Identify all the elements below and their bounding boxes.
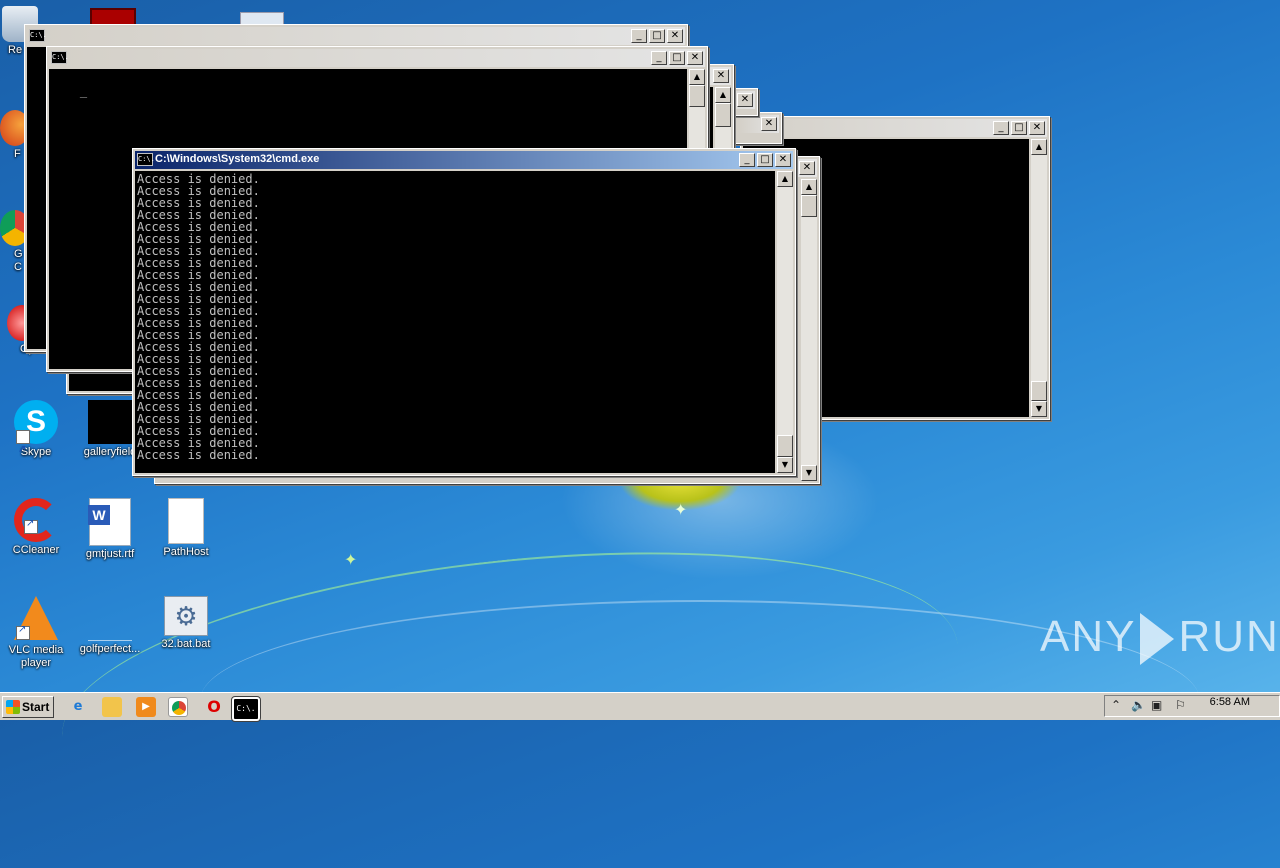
- desktop-icon-label: Skype: [20, 446, 52, 458]
- wallpaper-sparkle: ✦: [674, 500, 688, 519]
- show-hidden-icons-icon[interactable]: ⌃: [1111, 698, 1121, 712]
- cmd-icon: C:\.: [137, 153, 155, 166]
- scroll-thumb[interactable]: [715, 103, 731, 127]
- maximize-button[interactable]: □: [757, 153, 773, 167]
- scroll-up-arrow-icon[interactable]: ▲: [689, 69, 705, 85]
- close-button[interactable]: ✕: [737, 93, 753, 107]
- window-title: C:\Windows\System32\cmd.exe: [155, 153, 320, 165]
- explorer-icon[interactable]: [102, 697, 122, 717]
- vertical-scrollbar[interactable]: ▲ ▼: [801, 179, 817, 481]
- desktop-icon-label: PathHost: [163, 546, 209, 558]
- scroll-thumb[interactable]: [777, 435, 793, 457]
- action-center-flag-icon[interactable]: ⚐: [1175, 698, 1186, 712]
- watermark-text-right: RUN: [1178, 612, 1280, 661]
- network-icon[interactable]: ▣: [1151, 698, 1162, 712]
- minimize-button[interactable]: _: [631, 29, 647, 43]
- close-button[interactable]: ✕: [667, 29, 683, 43]
- scroll-up-arrow-icon[interactable]: ▲: [715, 87, 731, 103]
- console-line: Access is denied.: [137, 448, 260, 462]
- vertical-scrollbar[interactable]: ▲ ▼: [777, 171, 793, 473]
- desktop-icon-skype[interactable]: S Skype: [0, 400, 72, 472]
- vertical-scrollbar[interactable]: ▲ ▼: [1031, 139, 1047, 417]
- shortcut-arrow-icon: [24, 518, 38, 534]
- play-logo-icon: [1140, 613, 1175, 666]
- wallpaper-sparkle: ✦: [344, 550, 358, 569]
- scroll-thumb[interactable]: [801, 195, 817, 217]
- golfperfect-icon: [88, 596, 132, 641]
- volume-icon[interactable]: 🔈: [1131, 698, 1146, 712]
- chrome-icon[interactable]: [168, 697, 188, 717]
- scroll-down-arrow-icon[interactable]: ▼: [1031, 401, 1047, 417]
- desktop-icon-label: 32.bat.bat: [161, 638, 211, 650]
- desktop-icon-pathhost[interactable]: PathHost: [148, 498, 224, 559]
- desktop-icon-label: golfperfect...: [79, 643, 141, 655]
- scroll-down-arrow-icon[interactable]: ▼: [801, 465, 817, 481]
- galleryfield-icon: [88, 400, 132, 444]
- titlebar[interactable]: C:\. _ □ ✕: [49, 49, 705, 67]
- titlebar[interactable]: ✕: [739, 115, 779, 133]
- desktop-icon-32-bat[interactable]: ⚙ 32.bat.bat: [148, 596, 224, 651]
- maximize-button[interactable]: □: [649, 29, 665, 43]
- watermark-text-left: ANY: [1040, 612, 1137, 661]
- anyrun-watermark: ANY RUN: [1040, 612, 1280, 666]
- close-button[interactable]: ✕: [761, 117, 777, 131]
- minimize-button[interactable]: _: [651, 51, 667, 65]
- close-button[interactable]: ✕: [775, 153, 791, 167]
- taskbar: Start e ▶ O C:\. ⌃ 🔈 ▣ ⚐ 6:58 AM: [0, 692, 1280, 721]
- scroll-down-arrow-icon[interactable]: ▼: [777, 457, 793, 473]
- system-tray: ⌃ 🔈 ▣ ⚐: [1104, 695, 1280, 717]
- desktop-icon-gmtjust-rtf[interactable]: W gmtjust.rtf: [72, 498, 148, 561]
- skype-icon: S: [14, 400, 58, 472]
- minimize-button[interactable]: _: [993, 121, 1009, 135]
- cmd-window-active[interactable]: C:\. C:\Windows\System32\cmd.exe _ □ ✕ A…: [132, 148, 796, 476]
- media-player-icon[interactable]: ▶: [136, 697, 156, 717]
- console-cursor: _: [79, 84, 88, 98]
- console-area[interactable]: Access is denied. Access is denied. Access…: [135, 171, 775, 473]
- windows-logo-icon: [6, 700, 20, 714]
- close-button[interactable]: ✕: [713, 69, 729, 83]
- clock[interactable]: 6:58 AM: [1210, 696, 1250, 708]
- scroll-up-arrow-icon[interactable]: ▲: [801, 179, 817, 195]
- desktop-icon-label: VLC media player: [8, 644, 64, 669]
- maximize-button[interactable]: □: [1011, 121, 1027, 135]
- ie-icon[interactable]: e: [68, 697, 88, 717]
- desktop-icon-label: CCleaner: [12, 544, 60, 556]
- minimize-button[interactable]: _: [739, 153, 755, 167]
- scroll-up-arrow-icon[interactable]: ▲: [777, 171, 793, 187]
- close-button[interactable]: ✕: [687, 51, 703, 65]
- scroll-thumb[interactable]: [689, 85, 705, 107]
- ccleaner-icon: [14, 498, 58, 542]
- titlebar[interactable]: _ □ ✕: [743, 119, 1047, 137]
- vlc-cone-icon: [14, 596, 58, 640]
- batch-file-gear-icon: ⚙: [164, 596, 208, 636]
- titlebar[interactable]: C:\. C:\Windows\System32\cmd.exe _ □ ✕: [135, 151, 793, 169]
- close-button[interactable]: ✕: [799, 161, 815, 175]
- close-button[interactable]: ✕: [1029, 121, 1045, 135]
- cmd-icon: C:\.: [51, 51, 69, 64]
- opera-icon[interactable]: O: [204, 697, 224, 717]
- start-button[interactable]: Start: [2, 696, 54, 718]
- cmd-icon[interactable]: C:\.: [232, 697, 260, 721]
- cmd-icon: C:\.: [29, 29, 47, 42]
- desktop-icon-ccleaner[interactable]: CCleaner: [0, 498, 72, 557]
- maximize-button[interactable]: □: [669, 51, 685, 65]
- blank-file-icon: [168, 498, 204, 544]
- shortcut-arrow-icon: [16, 428, 30, 472]
- scroll-up-arrow-icon[interactable]: ▲: [1031, 139, 1047, 155]
- desktop-icon-vlc[interactable]: VLC media player: [0, 596, 72, 670]
- scroll-thumb[interactable]: [1031, 381, 1047, 401]
- desktop-icon-golfperfect[interactable]: golfperfect...: [72, 596, 148, 656]
- word-document-icon: W: [88, 498, 131, 546]
- titlebar[interactable]: C:\. _ □ ✕: [27, 27, 685, 45]
- start-label: Start: [22, 700, 50, 714]
- shortcut-arrow-icon: [16, 624, 30, 640]
- desktop-icon-label: gmtjust.rtf: [85, 548, 135, 560]
